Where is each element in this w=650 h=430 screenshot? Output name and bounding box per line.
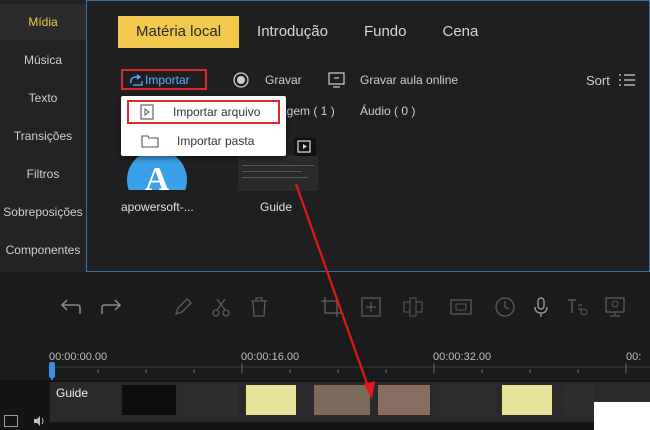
tab-intro[interactable]: Introdução: [239, 16, 346, 48]
import-icon: [130, 74, 143, 86]
media-thumb-guide[interactable]: [238, 155, 318, 191]
speaker-icon[interactable]: [32, 414, 46, 428]
record-icon: [233, 72, 249, 88]
clip-frame: [378, 385, 430, 415]
import-button[interactable]: Importar: [121, 69, 207, 90]
sidebar-item-music[interactable]: Música: [0, 42, 86, 78]
sidebar-item-label: Mídia: [28, 15, 58, 29]
time-mark-32: 00:00:32.00: [433, 351, 492, 363]
sidebar-item-label: Sobreposições: [3, 205, 83, 219]
media-label-guide: Guide: [260, 200, 293, 214]
media-tabs: Matéria local Introdução Fundo Cena: [118, 16, 496, 48]
video-file-icon: [297, 140, 311, 153]
media-thumb-apowersoft[interactable]: A: [126, 150, 188, 210]
webcam-record-icon[interactable]: [604, 296, 626, 318]
clip-frame: [502, 385, 552, 415]
media-label-apowersoft: apowersoft-...: [121, 200, 194, 214]
clip-frame: [314, 385, 370, 415]
track-video-icon: [4, 415, 18, 427]
sidebar-item-media[interactable]: Mídia: [0, 4, 86, 40]
filter-image[interactable]: agem ( 1 ): [280, 104, 335, 118]
menu-item-import-file[interactable]: Importar arquivo: [127, 100, 280, 124]
sort-list-icon: [618, 74, 635, 86]
tab-scene[interactable]: Cena: [424, 16, 496, 48]
clip-frame: [564, 385, 594, 415]
duration-clock-icon[interactable]: [494, 296, 516, 318]
sidebar-item-components[interactable]: Componentes: [0, 232, 86, 268]
sidebar-item-transitions[interactable]: Transições: [0, 118, 86, 154]
record-online-button[interactable]: Gravar aula online: [328, 70, 458, 90]
filter-audio[interactable]: Áudio ( 0 ): [360, 104, 415, 118]
sidebar-item-text[interactable]: Texto: [0, 80, 86, 116]
crop-icon[interactable]: [320, 296, 342, 318]
clip-frame: [184, 385, 238, 415]
redo-icon[interactable]: [100, 296, 122, 318]
clip-label: Guide: [56, 386, 89, 400]
sidebar-item-label: Texto: [28, 91, 58, 105]
sort-button[interactable]: Sort: [586, 70, 636, 90]
folder-icon: [141, 135, 159, 148]
sidebar: Mídia Música Texto Transições Filtros So…: [0, 0, 86, 272]
microphone-icon[interactable]: [530, 296, 552, 318]
scissors-icon[interactable]: [210, 296, 232, 318]
sidebar-item-label: Transições: [13, 129, 73, 143]
sidebar-item-label: Música: [23, 53, 62, 67]
video-badge: [294, 138, 316, 156]
text-to-speech-icon[interactable]: [566, 296, 588, 318]
menu-item-import-folder[interactable]: Importar pasta: [127, 129, 280, 153]
time-mark-16: 00:00:16.00: [241, 351, 300, 363]
mosaic-icon[interactable]: [402, 296, 424, 318]
preview-popup: [594, 402, 650, 430]
tab-background[interactable]: Fundo: [346, 16, 425, 48]
edit-pencil-icon[interactable]: [172, 296, 194, 318]
import-dropdown-menu: Importar arquivo Importar pasta: [121, 96, 286, 156]
zoom-frame-icon[interactable]: [360, 296, 382, 318]
clip-frame: [246, 385, 296, 415]
sidebar-item-overlays[interactable]: Sobreposições: [0, 194, 86, 230]
clip-frame: [440, 385, 496, 415]
clip-frame: [122, 385, 176, 415]
apowersoft-logo-icon: A: [126, 150, 188, 210]
import-label: Importar: [145, 72, 190, 87]
time-mark-48: 00:: [626, 351, 642, 363]
sidebar-item-label: Componentes: [5, 243, 81, 257]
sidebar-item-label: Filtros: [26, 167, 60, 181]
video-file-icon: [140, 104, 154, 120]
time-mark-0: 00:00:00.00: [49, 351, 108, 363]
record-button[interactable]: Gravar: [233, 70, 302, 90]
delete-icon[interactable]: [248, 296, 270, 318]
sidebar-item-filters[interactable]: Filtros: [0, 156, 86, 192]
tab-local-material[interactable]: Matéria local: [118, 16, 240, 48]
undo-icon[interactable]: [60, 296, 82, 318]
svg-text:A: A: [145, 161, 170, 194]
screen-record-icon: [328, 72, 345, 88]
freeze-frame-icon[interactable]: [450, 296, 472, 318]
